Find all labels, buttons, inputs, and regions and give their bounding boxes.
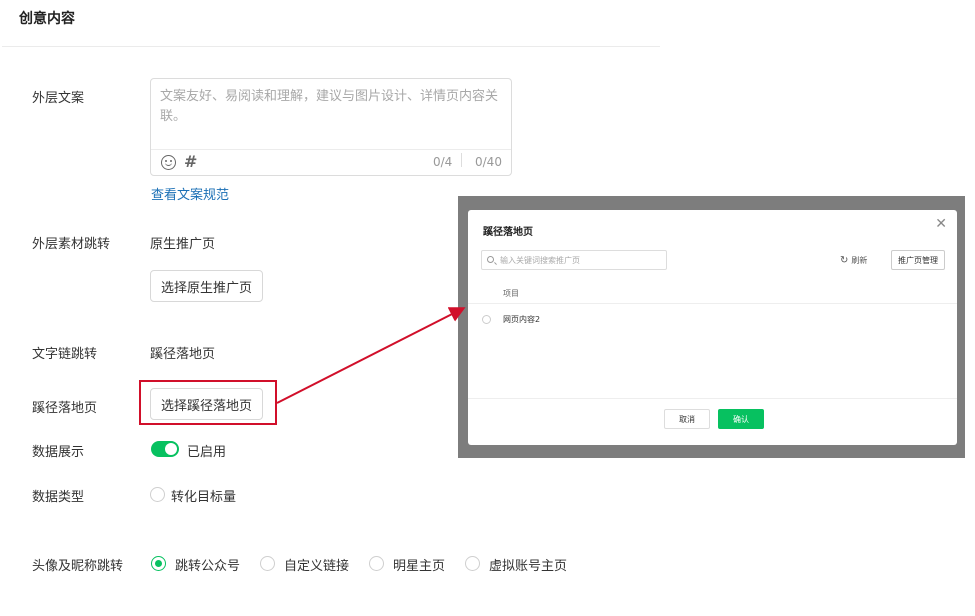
avatar-jump-label: 头像及昵称跳转 xyxy=(32,559,124,574)
landing-page-label: 蹊径落地页 xyxy=(32,401,98,416)
modal-screenshot-inset: 蹊径落地页 ✕ 输入关键词搜索推广页 ↻ 刷新 推广页管理 项目 网页内容2 取消… xyxy=(458,196,965,458)
section-title: 创意内容 xyxy=(19,11,75,27)
data-type-radio[interactable] xyxy=(150,487,165,502)
avatar-jump-option-official: 跳转公众号 xyxy=(175,559,241,574)
emoji-icon[interactable] xyxy=(161,155,176,170)
data-type-option: 转化目标量 xyxy=(171,490,237,505)
avatar-jump-radio-custom[interactable] xyxy=(260,556,275,571)
counter-separator xyxy=(461,153,462,167)
highlight-box xyxy=(139,380,277,425)
toggle-knob xyxy=(165,443,177,455)
outer-copy-placeholder: 文案友好、易阅读和理解，建议与图片设计、详情页内容关联。 xyxy=(160,89,499,124)
modal-manage-button[interactable]: 推广页管理 xyxy=(891,250,945,270)
modal-title: 蹊径落地页 xyxy=(483,227,533,238)
outer-material-jump-value: 原生推广页 xyxy=(150,237,216,252)
avatar-jump-option-virtual: 虚拟账号主页 xyxy=(489,559,568,574)
modal-row-radio[interactable] xyxy=(482,315,491,324)
counter-short: 0/4 xyxy=(433,155,453,169)
avatar-jump-radio-official[interactable] xyxy=(151,556,166,571)
modal-refresh-label: 刷新 xyxy=(851,256,868,265)
data-display-toggle[interactable] xyxy=(151,441,179,457)
data-display-status: 已启用 xyxy=(187,445,227,460)
modal-table-header: 项目 xyxy=(468,282,957,304)
search-icon xyxy=(487,256,494,263)
modal-refresh-button[interactable]: ↻ 刷新 xyxy=(840,255,867,266)
avatar-jump-radio-star[interactable] xyxy=(369,556,384,571)
modal-search-input[interactable]: 输入关键词搜索推广页 xyxy=(481,250,667,270)
outer-copy-textarea[interactable]: 文案友好、易阅读和理解，建议与图片设计、详情页内容关联。 # 0/4 0/40 xyxy=(150,78,512,176)
text-link-jump-value: 蹊径落地页 xyxy=(150,347,216,362)
close-icon[interactable]: ✕ xyxy=(935,216,947,232)
outer-copy-label: 外层文案 xyxy=(32,91,85,106)
text-link-jump-label: 文字链跳转 xyxy=(32,347,98,362)
refresh-icon: ↻ xyxy=(840,255,849,266)
textarea-footer: # 0/4 0/40 xyxy=(151,149,511,175)
hashtag-icon[interactable]: # xyxy=(184,152,197,171)
section-divider xyxy=(2,46,660,47)
modal-footer-divider xyxy=(468,398,957,399)
counter-long: 0/40 xyxy=(475,155,502,169)
copy-guide-link[interactable]: 查看文案规范 xyxy=(151,184,229,203)
modal-column-project: 项目 xyxy=(503,289,519,298)
modal-confirm-button[interactable]: 确认 xyxy=(718,409,764,429)
data-type-label: 数据类型 xyxy=(32,490,85,505)
data-display-label: 数据展示 xyxy=(32,445,85,460)
avatar-jump-radio-virtual[interactable] xyxy=(465,556,480,571)
modal: 蹊径落地页 ✕ 输入关键词搜索推广页 ↻ 刷新 推广页管理 项目 网页内容2 取消… xyxy=(468,210,957,445)
avatar-jump-option-custom: 自定义链接 xyxy=(284,559,350,574)
modal-row-label: 网页内容2 xyxy=(503,315,541,324)
outer-material-jump-label: 外层素材跳转 xyxy=(32,237,111,252)
select-native-page-button[interactable]: 选择原生推广页 xyxy=(150,270,264,302)
modal-cancel-button[interactable]: 取消 xyxy=(664,409,710,429)
avatar-jump-option-star: 明星主页 xyxy=(393,559,446,574)
modal-search-placeholder: 输入关键词搜索推广页 xyxy=(500,256,580,265)
